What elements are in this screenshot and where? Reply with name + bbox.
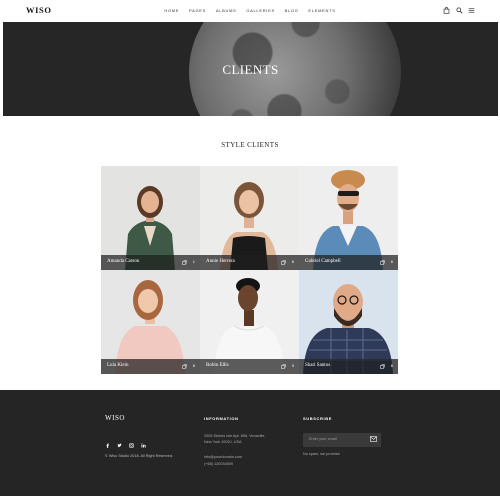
footer-logo[interactable]: WISO: [105, 414, 125, 422]
photo-count: 3: [291, 363, 294, 368]
client-card[interactable]: Shari Santos 6: [299, 270, 398, 374]
photo-count: 6: [291, 259, 294, 264]
site-footer: WISO © Wiso Studio 2018. All Right Reser…: [0, 390, 500, 496]
photos-icon: [182, 364, 187, 369]
client-card[interactable]: Annie Herrera 6: [200, 166, 299, 270]
social-links: [105, 443, 146, 448]
main-nav: HOME PAGES ALBUMS GALLERIES BLOG ELEMENT…: [0, 8, 500, 13]
nav-home[interactable]: HOME: [164, 8, 179, 13]
information-heading: INFORMATION: [204, 416, 239, 421]
client-name: Robin Ellis: [206, 363, 229, 368]
client-caption: Annie Herrera 6: [200, 255, 299, 270]
subscribe-heading: SUBSCRIBE: [303, 416, 332, 421]
linkedin-icon[interactable]: [141, 443, 146, 448]
client-caption: Amanda Carson 1: [101, 255, 200, 270]
client-card[interactable]: Robin Ellis 3: [200, 270, 299, 374]
nav-pages[interactable]: PAGES: [189, 8, 206, 13]
photos-icon: [182, 260, 187, 265]
client-name: Amanda Carson: [107, 259, 140, 264]
client-caption: Shari Santos 6: [299, 359, 398, 374]
phone-number: (+68) 120034509: [204, 462, 234, 466]
address-line-1: 2005 Stokes Isle Apt. 896, Venaville,: [204, 434, 266, 438]
photos-icon: [380, 364, 385, 369]
client-caption: Gabriel Campbell 6: [299, 255, 398, 270]
top-navbar: WISO HOME PAGES ALBUMS GALLERIES BLOG EL…: [0, 0, 500, 22]
subscribe-note: No spam, we promise: [303, 452, 340, 456]
search-icon[interactable]: [455, 6, 464, 15]
photo-count: 6: [390, 259, 393, 264]
menu-icon[interactable]: [467, 6, 476, 15]
client-name: Lula Klein: [107, 363, 129, 368]
client-caption: Lula Klein 6: [101, 359, 200, 374]
client-name: Gabriel Campbell: [305, 259, 341, 264]
photos-icon: [281, 260, 286, 265]
photo-count: 6: [192, 363, 195, 368]
client-card[interactable]: Amanda Carson 1: [101, 166, 200, 270]
photos-icon: [281, 364, 286, 369]
instagram-icon[interactable]: [129, 443, 134, 448]
nav-blog[interactable]: BLOG: [285, 8, 299, 13]
copyright-text: © Wiso Studio 2018. All Right Reserved.: [105, 454, 174, 458]
address-line-2: New York 10010, USA: [204, 440, 242, 444]
clients-grid: Amanda Carson 1 Annie Herrera 6 Gabriel …: [101, 166, 399, 374]
photo-count: 1: [192, 259, 195, 264]
page-title: CLIENTS: [222, 62, 279, 77]
email-link[interactable]: info@yourdomain.com: [204, 455, 242, 460]
photos-icon: [380, 260, 385, 265]
section-title: STYLE CLIENTS: [221, 141, 279, 149]
nav-galleries[interactable]: GALLERIES: [246, 8, 275, 13]
client-caption: Robin Ellis 3: [200, 359, 299, 374]
nav-elements[interactable]: ELEMENTS: [308, 8, 335, 13]
client-card[interactable]: Gabriel Campbell 6: [299, 166, 398, 270]
client-card[interactable]: Lula Klein 6: [101, 270, 200, 374]
facebook-icon[interactable]: [105, 443, 110, 448]
hero-banner: CLIENTS: [3, 22, 498, 116]
nav-albums[interactable]: ALBUMS: [216, 8, 237, 13]
subscribe-placeholder: Enter your email: [309, 437, 337, 441]
photo-count: 6: [390, 363, 393, 368]
cart-icon[interactable]: [442, 6, 451, 15]
mail-icon[interactable]: [370, 436, 377, 442]
client-name: Shari Santos: [305, 363, 331, 368]
twitter-icon[interactable]: [117, 443, 122, 448]
client-name: Annie Herrera: [206, 259, 235, 264]
